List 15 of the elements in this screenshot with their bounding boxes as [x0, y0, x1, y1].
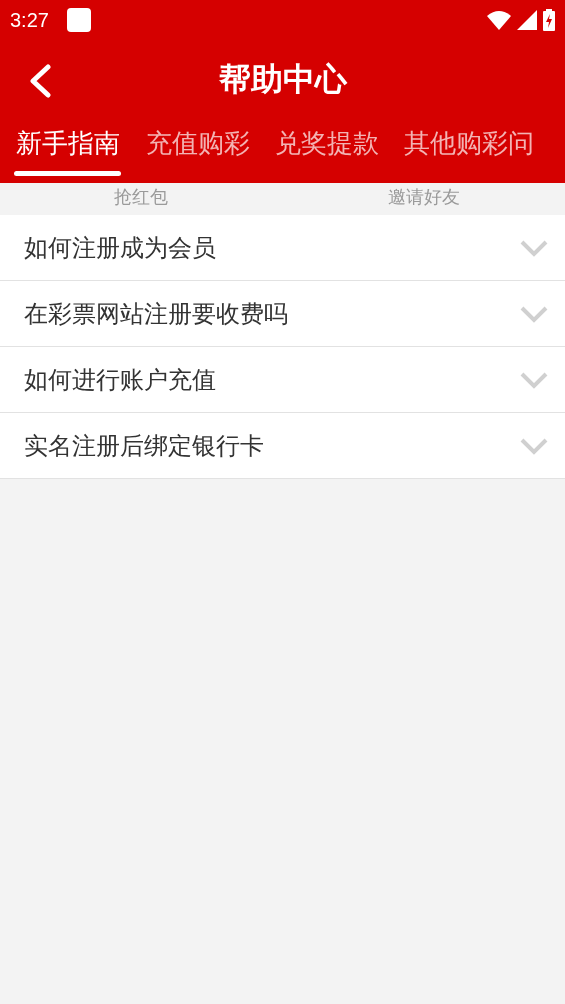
question-title: 实名注册后绑定银行卡: [24, 430, 265, 462]
question-title: 如何进行账户充值: [24, 364, 217, 396]
signal-icon: [517, 10, 537, 30]
question-row[interactable]: 如何进行账户充值: [0, 347, 565, 413]
status-time: 3:27: [10, 8, 49, 32]
category-tab[interactable]: 新手指南: [14, 120, 121, 177]
wifi-icon: [487, 10, 511, 30]
question-title: 如何注册成为会员: [24, 232, 217, 264]
question-title: 在彩票网站注册要收费吗: [24, 298, 289, 330]
question-row[interactable]: 实名注册后绑定银行卡: [0, 413, 565, 479]
question-row[interactable]: 如何注册成为会员: [0, 215, 565, 281]
battery-icon: [543, 9, 555, 31]
question-row[interactable]: 在彩票网站注册要收费吗: [0, 281, 565, 347]
page-title: 帮助中心: [218, 59, 347, 100]
notification-icon: [66, 8, 91, 32]
